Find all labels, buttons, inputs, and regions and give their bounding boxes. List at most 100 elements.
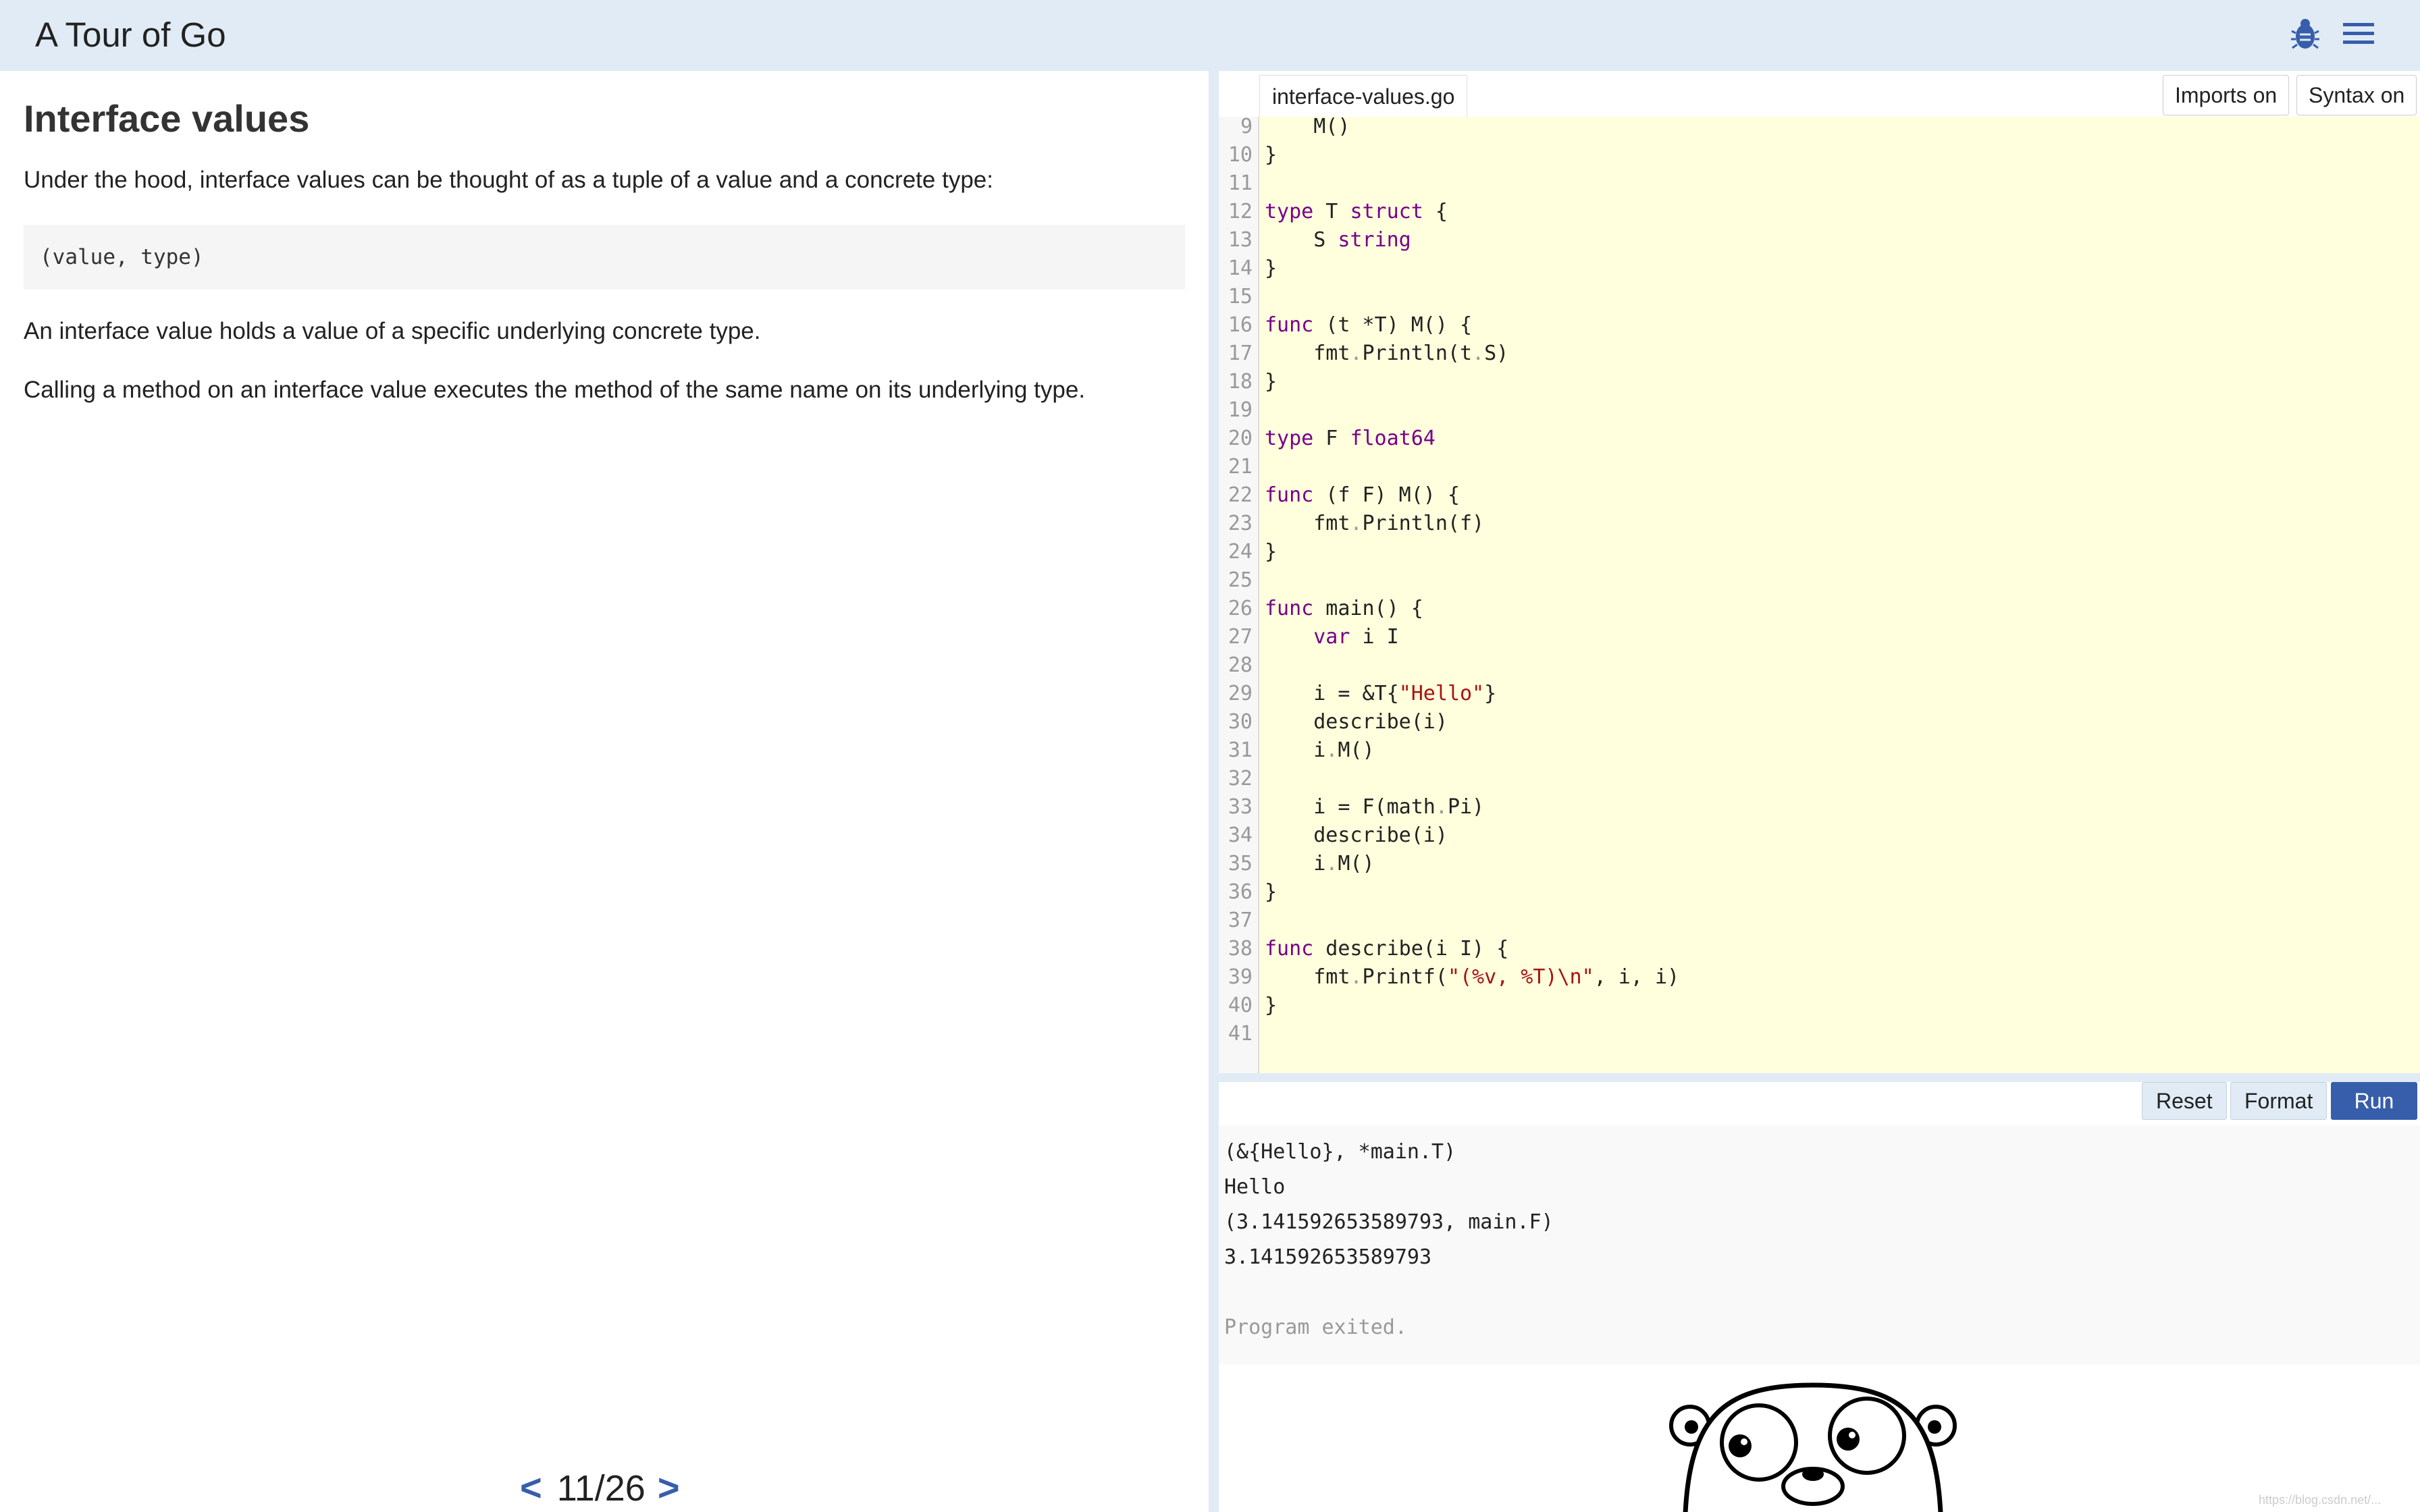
line-number: 31: [1228, 738, 1253, 762]
code-line[interactable]: 20 type F float64: [1219, 425, 2420, 453]
line-number: 33: [1228, 795, 1253, 819]
line-number: 24: [1228, 540, 1253, 564]
code-line[interactable]: 19: [1219, 396, 2420, 425]
line-number: 41: [1228, 1022, 1253, 1046]
pager: <11/26 >: [520, 1465, 680, 1512]
code-text[interactable]: func describe(i I) {: [1265, 935, 1508, 963]
line-number: 16: [1228, 313, 1253, 337]
code-line[interactable]: 23 fmt.Println(f): [1219, 510, 2420, 538]
code-line[interactable]: 38 func describe(i I) {: [1219, 935, 2420, 963]
line-number: 36: [1228, 880, 1253, 904]
code-line[interactable]: 25: [1219, 566, 2420, 595]
line-number: 11: [1228, 171, 1253, 195]
code-text[interactable]: }: [1265, 992, 1277, 1020]
line-number: 25: [1228, 568, 1253, 592]
code-line[interactable]: 14}: [1219, 254, 2420, 283]
code-line[interactable]: 35 i.M(): [1219, 850, 2420, 878]
code-text[interactable]: i.M(): [1265, 736, 1374, 765]
file-tab[interactable]: interface-values.go: [1259, 75, 1468, 117]
output-line: (&{Hello}, *main.T): [1224, 1140, 1456, 1164]
file-tabs-bar: interface-values.go Imports on Syntax on: [1219, 71, 2420, 117]
code-line[interactable]: 22 func (f F) M() {: [1219, 481, 2420, 510]
imports-toggle-button[interactable]: Imports on: [2163, 75, 2290, 115]
code-line[interactable]: 12 type T struct {: [1219, 198, 2420, 226]
output-line: 3.141592653589793: [1224, 1245, 1432, 1269]
code-text[interactable]: func (f F) M() {: [1265, 481, 1460, 510]
code-text[interactable]: func main() {: [1265, 595, 1423, 623]
code-text[interactable]: describe(i): [1265, 821, 1448, 850]
code-text[interactable]: fmt.Println(f): [1265, 510, 1484, 538]
code-text[interactable]: }: [1265, 254, 1277, 283]
code-line[interactable]: 29 i = &T{"Hello"}: [1219, 680, 2420, 708]
line-number: 40: [1228, 994, 1253, 1017]
gopher-mascot-icon: [1669, 1382, 1957, 1512]
output-line: (3.141592653589793, main.F): [1224, 1210, 1554, 1234]
code-line[interactable]: 24}: [1219, 538, 2420, 566]
code-line[interactable]: 34 describe(i): [1219, 821, 2420, 850]
code-line[interactable]: 11: [1219, 169, 2420, 198]
line-number: 28: [1228, 653, 1253, 677]
code-text[interactable]: }: [1265, 141, 1277, 169]
code-line[interactable]: 21: [1219, 453, 2420, 481]
lesson-pane: Interface values Under the hood, interfa…: [0, 71, 1209, 1512]
prev-page-button[interactable]: <: [520, 1466, 542, 1509]
code-line[interactable]: 31 i.M(): [1219, 736, 2420, 765]
code-line[interactable]: 13 S string: [1219, 226, 2420, 254]
code-line[interactable]: 18}: [1219, 368, 2420, 396]
page-number: 11/26: [556, 1468, 646, 1509]
run-button[interactable]: Run: [2331, 1082, 2417, 1120]
code-editor[interactable]: 8type I interface {9 M()10}1112type T st…: [1219, 71, 2420, 1073]
code-line[interactable]: 16 func (t *T) M() {: [1219, 311, 2420, 340]
line-number: 22: [1228, 483, 1253, 507]
code-text[interactable]: type T struct {: [1265, 198, 1448, 226]
code-line[interactable]: 27 var i I: [1219, 623, 2420, 651]
code-text[interactable]: S string: [1265, 226, 1411, 254]
code-text[interactable]: }: [1265, 878, 1277, 907]
code-line[interactable]: 33 i = F(math.Pi): [1219, 793, 2420, 821]
line-number: 14: [1228, 256, 1253, 280]
code-text[interactable]: fmt.Printf("(%v, %T)\n", i, i): [1265, 963, 1679, 992]
line-number: 29: [1228, 682, 1253, 705]
code-text[interactable]: i = &T{"Hello"}: [1265, 680, 1496, 708]
next-page-button[interactable]: >: [658, 1466, 680, 1509]
lesson-paragraph: Under the hood, interface values can be …: [24, 167, 993, 193]
code-line[interactable]: 36}: [1219, 878, 2420, 907]
code-text[interactable]: describe(i): [1265, 708, 1448, 736]
code-line[interactable]: 17 fmt.Println(t.S): [1219, 340, 2420, 368]
code-text[interactable]: func (t *T) M() {: [1265, 311, 1472, 340]
code-line[interactable]: 40}: [1219, 992, 2420, 1020]
output-line: Hello: [1224, 1175, 1286, 1199]
code-line[interactable]: 26 func main() {: [1219, 595, 2420, 623]
code-text[interactable]: fmt.Println(t.S): [1265, 340, 1508, 368]
pane-divider[interactable]: [1209, 71, 1219, 1512]
syntax-toggle-button[interactable]: Syntax on: [2296, 75, 2417, 115]
code-line[interactable]: 41: [1219, 1020, 2420, 1048]
watermark: https://blog.csdn.net/...: [2259, 1493, 2382, 1507]
code-line[interactable]: 32: [1219, 765, 2420, 793]
code-line[interactable]: 10}: [1219, 141, 2420, 169]
reset-button[interactable]: Reset: [2142, 1082, 2227, 1120]
code-text[interactable]: i = F(math.Pi): [1265, 793, 1484, 821]
code-block: (value, type): [24, 225, 1185, 290]
output-divider: [1219, 1073, 2420, 1082]
format-button[interactable]: Format: [2230, 1082, 2327, 1120]
hamburger-menu-icon[interactable]: [2343, 20, 2374, 47]
code-text[interactable]: var i I: [1265, 623, 1398, 651]
app-title[interactable]: A Tour of Go: [35, 15, 226, 55]
code-text[interactable]: i.M(): [1265, 850, 1374, 878]
lesson-paragraph: Calling a method on an interface value e…: [24, 377, 1086, 403]
code-text[interactable]: }: [1265, 538, 1277, 566]
line-number: 32: [1228, 767, 1253, 790]
code-text[interactable]: }: [1265, 368, 1277, 396]
code-line[interactable]: 28: [1219, 651, 2420, 680]
code-line[interactable]: 37: [1219, 907, 2420, 935]
line-number: 38: [1228, 937, 1253, 961]
code-line[interactable]: 15: [1219, 283, 2420, 311]
code-line[interactable]: 39 fmt.Printf("(%v, %T)\n", i, i): [1219, 963, 2420, 992]
code-text[interactable]: type F float64: [1265, 425, 1436, 453]
bug-icon[interactable]: [2290, 16, 2320, 51]
line-number: 27: [1228, 625, 1253, 649]
top-bar: A Tour of Go: [0, 0, 2420, 71]
code-line[interactable]: 30 describe(i): [1219, 708, 2420, 736]
line-number: 23: [1228, 512, 1253, 535]
